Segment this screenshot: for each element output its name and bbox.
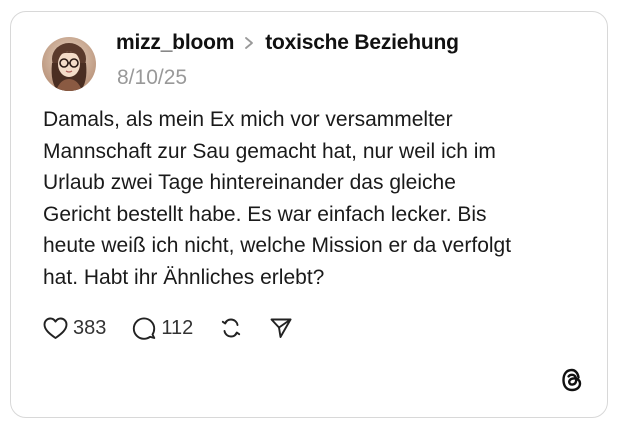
post-date: 8/10/25 <box>117 66 188 89</box>
chevron-right-icon <box>245 37 254 49</box>
community-link[interactable]: toxische Beziehung <box>265 31 459 55</box>
reply-count: 112 <box>161 316 194 339</box>
avatar[interactable] <box>42 37 96 91</box>
action-bar: 383 112 <box>43 313 319 343</box>
share-button[interactable] <box>269 316 293 340</box>
send-icon <box>270 318 292 338</box>
threads-logo-icon <box>562 368 582 392</box>
repost-button[interactable] <box>219 316 243 340</box>
reply-button[interactable]: 112 <box>132 316 193 340</box>
comment-bubble-icon <box>133 317 156 340</box>
username-link[interactable]: mizz_bloom <box>116 31 234 55</box>
avatar-image <box>42 37 96 91</box>
post-body: Damals, als mein Ex mich vor versammelte… <box>43 108 512 289</box>
repost-icon <box>222 318 241 338</box>
heart-icon <box>43 317 68 339</box>
post-header: mizz_bloom toxische Beziehung <box>116 31 459 55</box>
like-button[interactable]: 383 <box>43 317 106 340</box>
like-count: 383 <box>73 316 107 339</box>
